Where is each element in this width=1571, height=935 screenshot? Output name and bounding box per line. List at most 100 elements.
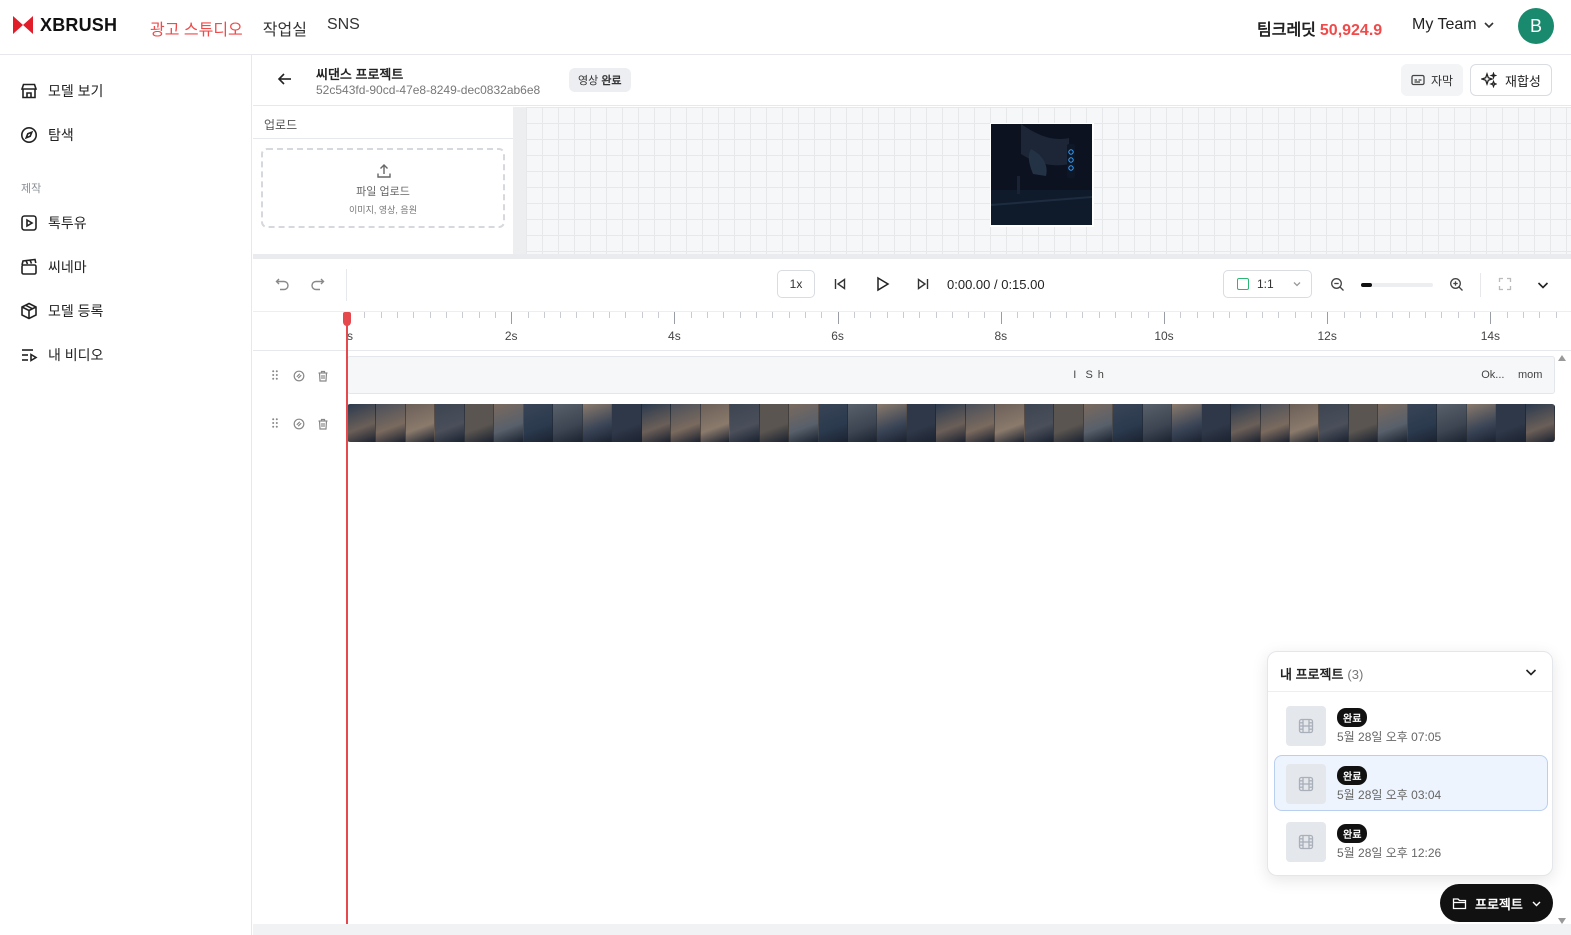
skip-forward-icon[interactable]	[916, 277, 930, 291]
ruler-minor-tick	[396, 312, 398, 318]
projects-toggle-button[interactable]: 프로젝트	[1440, 884, 1553, 922]
undo-icon[interactable]	[275, 277, 290, 292]
nav-sns[interactable]: SNS	[327, 16, 360, 40]
ruler-minor-tick	[1245, 312, 1247, 318]
brand-logo[interactable]: XBRUSH	[12, 14, 117, 36]
zoom-out-icon[interactable]	[1330, 277, 1345, 292]
playhead-handle[interactable]	[343, 312, 351, 326]
my-projects-count: (3)	[1347, 667, 1364, 682]
project-date: 5월 28일 오후 07:05	[1337, 730, 1442, 744]
ruler-minor-tick	[641, 312, 643, 318]
trash-icon[interactable]	[317, 418, 329, 430]
play-icon[interactable]	[873, 275, 891, 293]
aspect-ratio-value: 1:1	[1257, 277, 1274, 291]
link-icon[interactable]	[293, 370, 305, 382]
subtitle-word[interactable]: h	[1098, 369, 1104, 381]
play-square-icon	[20, 214, 38, 232]
video-frame-thumbnail	[376, 404, 406, 442]
avatar[interactable]: B	[1518, 8, 1554, 44]
video-frame-thumbnail	[1348, 404, 1379, 442]
subtitle-button-label: 자막	[1431, 73, 1454, 88]
my-projects-header[interactable]: 내 프로젝트 (3)	[1268, 652, 1552, 692]
ruler-minor-tick	[1115, 312, 1117, 318]
my-projects-panel: 내 프로젝트 (3) 완료 5월 28일 오후 07:05 완료 5월 28일 오…	[1267, 651, 1553, 876]
link-icon[interactable]	[293, 418, 305, 430]
subtitle-button[interactable]: 자막	[1401, 64, 1464, 96]
recompose-button[interactable]: 재합성	[1470, 64, 1552, 96]
nav-workroom[interactable]: 작업실	[263, 16, 307, 40]
video-frame-thumbnail	[1201, 404, 1232, 442]
redo-icon[interactable]	[310, 277, 325, 292]
ruler-label: 8s	[994, 329, 1008, 343]
ruler-minor-tick	[1082, 312, 1084, 318]
project-date: 5월 28일 오후 12:26	[1337, 846, 1442, 860]
sidebar-item-my-videos[interactable]: 내 비디오	[20, 345, 103, 365]
subtitle-track-controls	[253, 355, 346, 395]
playback-speed-button[interactable]: 1x	[777, 270, 815, 298]
sparkles-icon	[1481, 72, 1497, 88]
video-frame-thumbnail	[612, 404, 642, 442]
panel-divider	[513, 107, 526, 254]
zoom-slider-track[interactable]	[1361, 283, 1433, 287]
skip-back-icon[interactable]	[833, 277, 847, 291]
playhead[interactable]	[346, 312, 348, 935]
sidebar-item-talktoyou[interactable]: 톡투유	[20, 213, 87, 233]
video-clip-strip[interactable]	[347, 404, 1555, 442]
zoom-in-icon[interactable]	[1449, 277, 1464, 292]
ruler-minor-tick	[364, 312, 366, 318]
chevron-down-icon[interactable]	[1536, 278, 1550, 292]
divider	[1480, 273, 1481, 297]
project-list-item[interactable]: 완료 5월 28일 오후 03:04	[1274, 755, 1548, 811]
ruler-minor-tick	[1523, 312, 1525, 318]
video-frame-thumbnail	[936, 404, 966, 442]
subtitle-word[interactable]: I	[1073, 369, 1076, 381]
ruler-minor-tick	[1343, 312, 1345, 318]
project-list-item[interactable]: 완료 5월 28일 오후 12:26	[1274, 813, 1548, 869]
status-badge: 완료	[1337, 824, 1368, 843]
ruler-minor-tick	[445, 312, 447, 318]
sidebar-item-models[interactable]: 모델 보기	[20, 81, 103, 101]
drag-handle-icon[interactable]	[272, 418, 278, 428]
ruler-minor-tick	[951, 312, 953, 318]
ruler-major-tick	[674, 312, 676, 324]
sidebar-item-cinema[interactable]: 씨네마	[20, 257, 87, 277]
team-selector[interactable]: My Team	[1412, 16, 1495, 34]
ruler-minor-tick	[1376, 312, 1378, 318]
my-projects-title: 내 프로젝트 (3)	[1280, 664, 1363, 683]
timeline-ruler[interactable]: s 2s 4s 6s 8s 10s 12s 14s	[253, 311, 1571, 351]
trash-icon[interactable]	[317, 370, 329, 382]
chevron-down-icon[interactable]	[1524, 665, 1538, 679]
ruler-minor-tick	[429, 312, 431, 318]
video-frame-thumbnail	[1113, 404, 1143, 442]
fullscreen-icon[interactable]	[1498, 277, 1512, 291]
file-upload-dropzone[interactable]: 파일 업로드 이미지, 영상, 음원	[261, 148, 505, 228]
vertical-scrollbar[interactable]	[1556, 352, 1568, 927]
sidebar-item-register-model[interactable]: 모델 등록	[20, 301, 103, 321]
film-icon	[1286, 706, 1326, 746]
subtitle-word[interactable]: S	[1085, 369, 1092, 381]
video-frame-thumbnail	[1024, 404, 1055, 442]
subtitle-track[interactable]: I Sh Ok... mom	[347, 356, 1555, 394]
aspect-ratio-select[interactable]: 1:1	[1223, 270, 1312, 298]
timecode-display: 0:00.00 / 0:15.00	[947, 277, 1045, 292]
aspect-square-icon	[1237, 278, 1249, 290]
ruler-minor-tick	[1147, 312, 1149, 318]
subtitle-word[interactable]: Ok...	[1481, 369, 1504, 381]
nav-ad-studio[interactable]: 광고 스튜디오	[150, 16, 243, 40]
sidebar-item-explore[interactable]: 탐색	[20, 125, 74, 145]
horizontal-scrollbar[interactable]	[253, 924, 1571, 935]
ruler-minor-tick	[1457, 312, 1459, 318]
video-frame-thumbnail	[1290, 404, 1320, 442]
ruler-minor-tick	[527, 312, 529, 318]
preview-canvas[interactable]	[526, 107, 1571, 254]
upload-panel: 업로드 파일 업로드 이미지, 영상, 음원	[253, 107, 513, 254]
sidebar-item-label: 탐색	[48, 127, 74, 143]
caption-icon	[1411, 73, 1425, 87]
drag-handle-icon[interactable]	[272, 370, 278, 380]
bowtie-logo-icon	[12, 14, 34, 36]
subtitle-word[interactable]: mom	[1518, 369, 1542, 381]
ruler-minor-tick	[543, 312, 545, 318]
project-list-item[interactable]: 완료 5월 28일 오후 07:05	[1274, 697, 1548, 753]
film-icon	[1286, 822, 1326, 862]
back-arrow-icon[interactable]	[277, 71, 293, 87]
